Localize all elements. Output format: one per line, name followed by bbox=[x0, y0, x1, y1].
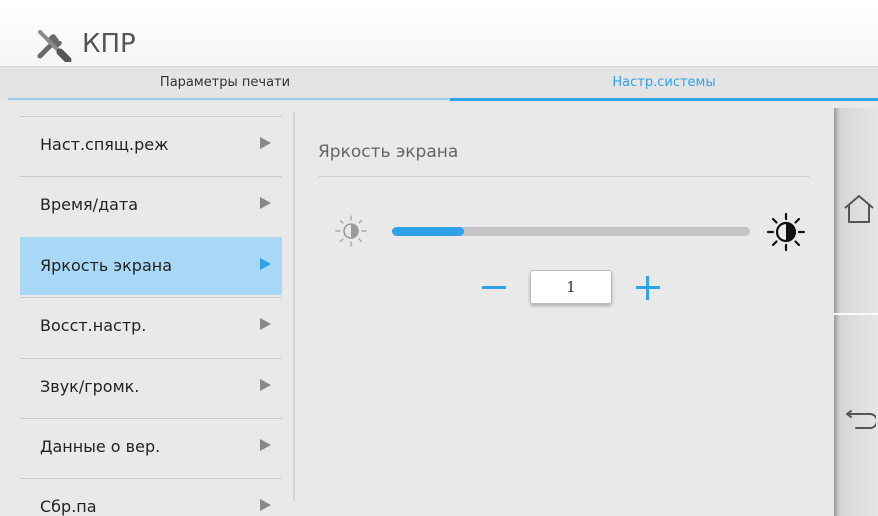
tab-bar: Параметры печати Настр.системы bbox=[0, 66, 878, 101]
menu-divider bbox=[293, 112, 295, 502]
arrow-right-icon bbox=[260, 499, 271, 511]
decrease-brightness-button[interactable] bbox=[480, 273, 508, 301]
arrow-right-icon bbox=[260, 318, 271, 330]
menu-item-reset[interactable]: Сбр.па bbox=[20, 478, 282, 516]
back-icon bbox=[846, 410, 876, 429]
menu-item-sound-volume[interactable]: Звук/громк. bbox=[20, 358, 282, 416]
tab-system-settings[interactable]: Настр.системы bbox=[450, 67, 878, 101]
menu-item-screen-brightness[interactable]: Яркость экрана bbox=[20, 237, 282, 295]
menu-item-label: Сбр.па bbox=[40, 497, 97, 516]
home-icon bbox=[844, 195, 874, 223]
brightness-value-field[interactable]: 1 bbox=[530, 270, 612, 304]
title-area: КПР bbox=[34, 24, 136, 64]
tools-icon bbox=[37, 30, 72, 62]
side-bar bbox=[834, 108, 878, 516]
header: КПР Параметры печати Настр.системы bbox=[0, 0, 878, 101]
arrow-right-icon bbox=[260, 379, 271, 391]
home-button[interactable] bbox=[834, 108, 878, 313]
arrow-right-icon bbox=[260, 137, 271, 149]
menu-item-time-date[interactable]: Время/дата bbox=[20, 176, 282, 234]
menu-item-label: Наст.спящ.реж bbox=[40, 135, 169, 154]
screen: КПР Параметры печати Настр.системы Наст.… bbox=[0, 0, 878, 516]
content-divider bbox=[318, 176, 810, 177]
brightness-slider[interactable] bbox=[392, 227, 750, 236]
arrow-right-icon bbox=[260, 258, 271, 270]
app-title: КПР bbox=[82, 29, 136, 59]
brightness-high-icon[interactable] bbox=[766, 212, 806, 252]
brightness-slider-fill bbox=[392, 227, 464, 236]
menu-item-sleep-mode[interactable]: Наст.спящ.реж bbox=[20, 116, 282, 174]
content-title: Яркость экрана bbox=[318, 142, 459, 162]
menu-item-restore-settings[interactable]: Восст.настр. bbox=[20, 297, 282, 355]
arrow-right-icon bbox=[260, 439, 271, 451]
menu-item-version-info[interactable]: Данные о вер. bbox=[20, 418, 282, 476]
menu-item-label: Данные о вер. bbox=[40, 437, 161, 456]
menu-item-label: Яркость экрана bbox=[40, 256, 173, 275]
menu-item-label: Звук/громк. bbox=[40, 377, 140, 396]
menu-item-label: Время/дата bbox=[40, 195, 139, 214]
tab-print-settings[interactable]: Параметры печати bbox=[0, 67, 450, 100]
arrow-right-icon bbox=[260, 197, 271, 209]
menu-item-label: Восст.настр. bbox=[40, 316, 147, 335]
increase-brightness-button[interactable] bbox=[636, 276, 660, 300]
back-button[interactable] bbox=[834, 315, 878, 516]
brightness-low-icon[interactable] bbox=[334, 214, 368, 248]
